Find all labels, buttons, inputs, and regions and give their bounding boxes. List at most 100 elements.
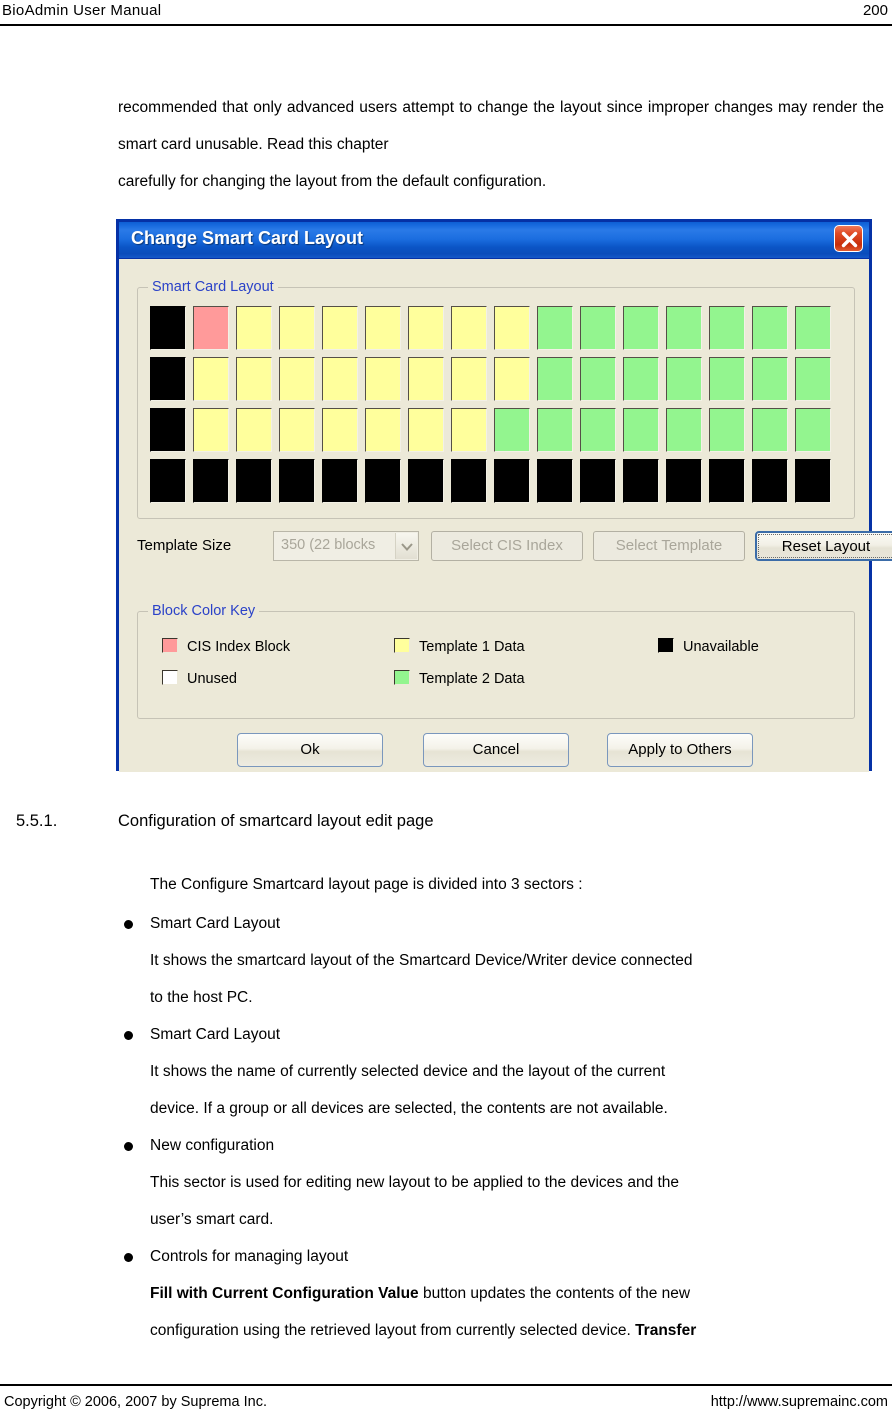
- block-unavailable[interactable]: [580, 459, 616, 503]
- block-t2[interactable]: [580, 408, 616, 452]
- close-icon[interactable]: [834, 225, 863, 252]
- block-t2[interactable]: [709, 357, 745, 401]
- block-unavailable[interactable]: [408, 459, 444, 503]
- block-unavailable[interactable]: [236, 459, 272, 503]
- block-unavailable[interactable]: [494, 459, 530, 503]
- block-unavailable[interactable]: [752, 459, 788, 503]
- list-item-body-line1: It shows the smartcard layout of the Sma…: [150, 952, 693, 969]
- block-t2[interactable]: [709, 408, 745, 452]
- legend-swatch-unavailable: [658, 638, 674, 653]
- chevron-down-icon[interactable]: [395, 533, 417, 559]
- block-t1[interactable]: [322, 408, 358, 452]
- block-unavailable[interactable]: [795, 459, 831, 503]
- block-t1[interactable]: [494, 306, 530, 350]
- block-t1[interactable]: [279, 306, 315, 350]
- block-t2[interactable]: [623, 306, 659, 350]
- reset-layout-button-label: Reset Layout: [781, 538, 871, 555]
- change-smart-card-layout-dialog: Change Smart Card Layout Smart Card Layo…: [116, 219, 892, 772]
- block-t2[interactable]: [795, 357, 831, 401]
- block-unavailable[interactable]: [150, 459, 186, 503]
- list-item-label: New configuration: [150, 1137, 275, 1154]
- block-t2[interactable]: [666, 408, 702, 452]
- block-t2[interactable]: [537, 408, 573, 452]
- block-unavailable[interactable]: [709, 459, 745, 503]
- select-template-button[interactable]: Select Template: [593, 531, 745, 561]
- block-t2[interactable]: [752, 408, 788, 452]
- block-cis[interactable]: [193, 306, 229, 350]
- block-t2[interactable]: [795, 306, 831, 350]
- block-t2[interactable]: [666, 306, 702, 350]
- cancel-button[interactable]: Cancel: [423, 733, 569, 767]
- block-t2[interactable]: [537, 306, 573, 350]
- block-t2[interactable]: [537, 357, 573, 401]
- block-t2[interactable]: [795, 408, 831, 452]
- template-size-value: 350 (22 blocks: [281, 537, 376, 553]
- block-unavailable[interactable]: [193, 459, 229, 503]
- dialog-title: Change Smart Card Layout: [131, 228, 364, 248]
- block-unavailable[interactable]: [322, 459, 358, 503]
- block-unavailable[interactable]: [451, 459, 487, 503]
- block-t2[interactable]: [494, 408, 530, 452]
- block-t1[interactable]: [494, 357, 530, 401]
- block-t1[interactable]: [451, 357, 487, 401]
- block-t2[interactable]: [623, 408, 659, 452]
- select-cis-index-button[interactable]: Select CIS Index: [431, 531, 583, 561]
- smart-card-block-grid[interactable]: [150, 306, 838, 510]
- footer-copyright: Copyright © 2006, 2007 by Suprema Inc.: [4, 1394, 267, 1410]
- block-t1[interactable]: [279, 357, 315, 401]
- block-t1[interactable]: [193, 408, 229, 452]
- legend-swatch-template-2-data: [394, 670, 410, 685]
- block-t2[interactable]: [752, 357, 788, 401]
- list-item: Controls for managing layout: [118, 1238, 884, 1275]
- section-lead-text: The Configure Smartcard layout page is d…: [150, 876, 583, 893]
- list-item-body-line1: This sector is used for editing new layo…: [150, 1174, 680, 1191]
- footer-divider: [0, 1384, 892, 1386]
- block-t1[interactable]: [365, 357, 401, 401]
- block-t1[interactable]: [236, 357, 272, 401]
- block-t2[interactable]: [580, 357, 616, 401]
- block-unavailable[interactable]: [365, 459, 401, 503]
- block-t1[interactable]: [236, 408, 272, 452]
- block-unavailable[interactable]: [150, 357, 186, 401]
- block-t1[interactable]: [365, 306, 401, 350]
- list-item-label: Smart Card Layout: [150, 915, 281, 932]
- block-unavailable[interactable]: [537, 459, 573, 503]
- template-size-select[interactable]: 350 (22 blocks: [273, 531, 419, 561]
- list-item-label: Smart Card Layout: [150, 1026, 281, 1043]
- block-t1[interactable]: [322, 306, 358, 350]
- reset-layout-button[interactable]: Reset Layout: [755, 531, 892, 561]
- block-t1[interactable]: [193, 357, 229, 401]
- block-t2[interactable]: [623, 357, 659, 401]
- block-t2[interactable]: [752, 306, 788, 350]
- block-t1[interactable]: [408, 357, 444, 401]
- block-grid-row: [150, 408, 838, 459]
- block-unavailable[interactable]: [623, 459, 659, 503]
- block-unavailable[interactable]: [666, 459, 702, 503]
- section-number: 5.5.1.: [16, 812, 58, 830]
- block-t1[interactable]: [322, 357, 358, 401]
- page-number: 200: [862, 2, 888, 19]
- block-t1[interactable]: [451, 408, 487, 452]
- apply-to-others-button[interactable]: Apply to Others: [607, 733, 753, 767]
- list-item-label: Controls for managing layout: [150, 1248, 349, 1265]
- block-t1[interactable]: [236, 306, 272, 350]
- block-t1[interactable]: [408, 408, 444, 452]
- list-item-body-bold1: Fill with Current Configuration Value: [150, 1285, 419, 1302]
- smart-card-layout-group-title: Smart Card Layout: [148, 279, 278, 295]
- legend-swatch-cis-index-block: [162, 638, 178, 653]
- block-t2[interactable]: [580, 306, 616, 350]
- list-item-body: This sector is used for editing new layo…: [118, 1164, 884, 1238]
- block-t1[interactable]: [279, 408, 315, 452]
- list-item: Smart Card Layout: [118, 1016, 884, 1053]
- block-t1[interactable]: [451, 306, 487, 350]
- block-t1[interactable]: [408, 306, 444, 350]
- block-grid-row: [150, 357, 838, 408]
- block-t2[interactable]: [666, 357, 702, 401]
- block-unavailable[interactable]: [150, 408, 186, 452]
- block-unavailable[interactable]: [279, 459, 315, 503]
- ok-button[interactable]: Ok: [237, 733, 383, 767]
- block-t1[interactable]: [365, 408, 401, 452]
- block-unavailable[interactable]: [150, 306, 186, 350]
- block-t2[interactable]: [709, 306, 745, 350]
- dialog-titlebar: Change Smart Card Layout: [119, 222, 869, 259]
